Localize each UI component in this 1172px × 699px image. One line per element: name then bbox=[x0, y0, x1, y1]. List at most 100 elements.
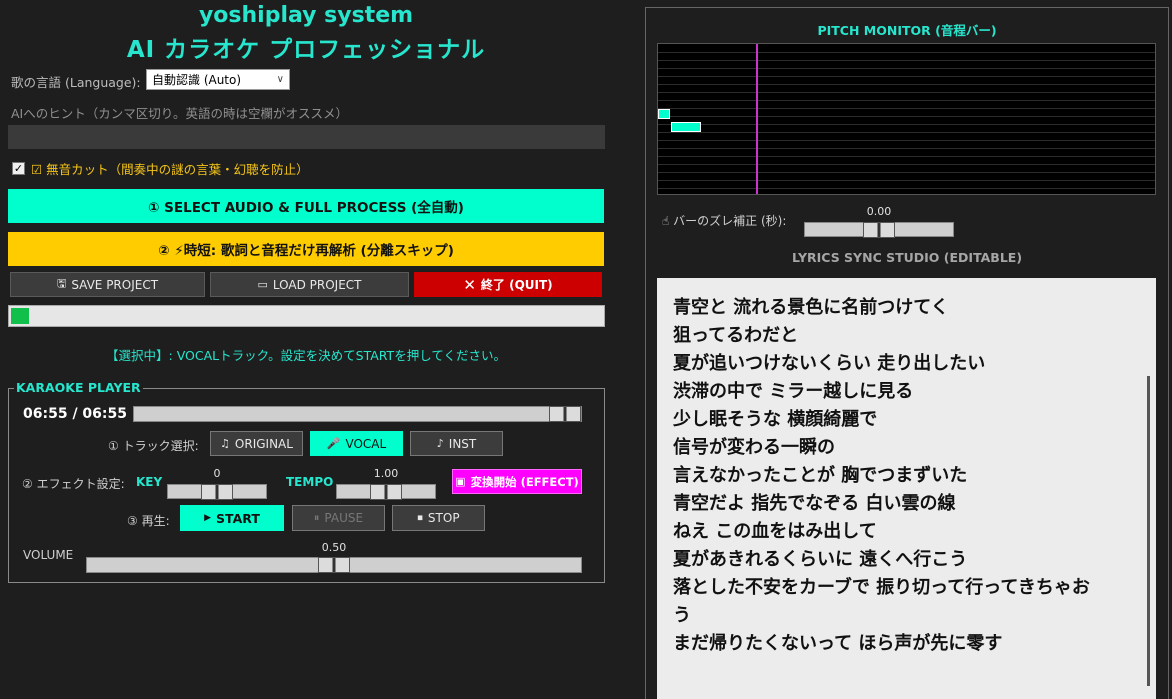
pitch-grid-line bbox=[658, 68, 1155, 69]
pitch-monitor-title: PITCH MONITOR (音程バー) bbox=[817, 23, 997, 38]
volume-slider-thumb[interactable] bbox=[318, 557, 350, 573]
convert-icon: ▣ bbox=[455, 475, 466, 488]
quit-button[interactable]: ✕ 終了 (QUIT) bbox=[414, 272, 602, 297]
track-select-label: ① トラック選択: bbox=[108, 439, 199, 453]
pitch-grid-line bbox=[658, 108, 1155, 109]
play-icon: ▶ bbox=[204, 513, 212, 523]
lyric-line[interactable]: ねえ この血をはみ出して bbox=[673, 518, 1140, 546]
progress-bar bbox=[8, 305, 605, 327]
effect-button[interactable]: ▣ 変換開始 (EFFECT) bbox=[452, 469, 582, 494]
pitch-grid-line bbox=[658, 124, 1155, 125]
save-project-button[interactable]: 🖫 SAVE PROJECT bbox=[10, 272, 205, 297]
offset-value: 0.00 bbox=[866, 205, 892, 218]
pause-button[interactable]: ⏸ PAUSE bbox=[292, 505, 385, 531]
start-label: START bbox=[216, 510, 260, 526]
pitch-monitor-canvas bbox=[657, 43, 1156, 195]
lyric-line[interactable]: 青空と 流れる景色に名前つけてく bbox=[673, 294, 1140, 322]
hand-icon: ☝ bbox=[662, 214, 670, 228]
lyric-line[interactable]: う bbox=[673, 602, 1140, 630]
stop-button[interactable]: ⏹ STOP bbox=[392, 505, 485, 531]
stop-label: STOP bbox=[427, 511, 460, 525]
lyrics-studio-title: LYRICS SYNC STUDIO (EDITABLE) bbox=[791, 250, 1023, 265]
chevron-down-icon: ∨ bbox=[276, 74, 284, 85]
load-project-button[interactable]: ▭ LOAD PROJECT bbox=[210, 272, 409, 297]
microphone-icon: 🎤 bbox=[326, 437, 341, 450]
track-inst-button[interactable]: ♪ INST bbox=[410, 431, 503, 456]
lyric-line[interactable]: 言えなかったことが 胸でつまずいた bbox=[673, 462, 1140, 490]
lyric-line[interactable]: 狙ってるわだと bbox=[673, 322, 1140, 350]
pause-icon: ⏸ bbox=[313, 511, 320, 524]
app-subtitle: AI カラオケ プロフェッショナル bbox=[126, 37, 486, 63]
key-slider-thumb[interactable] bbox=[201, 484, 233, 500]
start-button[interactable]: ▶ START bbox=[180, 505, 284, 531]
key-label: KEY bbox=[136, 475, 163, 489]
pitch-grid-line bbox=[658, 100, 1155, 101]
key-slider[interactable] bbox=[167, 484, 267, 500]
language-label: 歌の言語 (Language): bbox=[11, 75, 141, 90]
status-text: 【選択中】: VOCALトラック。設定を決めてSTARTを押してください。 bbox=[106, 348, 506, 363]
pitch-playhead bbox=[756, 44, 758, 194]
tempo-label: TEMPO bbox=[286, 475, 334, 489]
pitch-grid-line bbox=[658, 132, 1155, 133]
pitch-grid-line bbox=[658, 188, 1155, 189]
silence-cut-checkbox[interactable]: ✓ bbox=[12, 162, 25, 175]
effect-settings-label: ② エフェクト設定: bbox=[22, 477, 125, 491]
volume-slider[interactable] bbox=[86, 557, 582, 573]
offset-slider[interactable] bbox=[804, 222, 954, 238]
offset-label: バーのズレ補正 (秒): bbox=[673, 214, 787, 228]
pitch-grid-line bbox=[658, 156, 1155, 157]
lyric-line[interactable]: 夏が追いつけないくらい 走り出したい bbox=[673, 350, 1140, 378]
pitch-grid-line bbox=[658, 140, 1155, 141]
lyric-line[interactable]: 夏があきれるくらいに 遠くへ行こう bbox=[673, 546, 1140, 574]
tempo-slider-thumb[interactable] bbox=[370, 484, 402, 500]
load-project-label: LOAD PROJECT bbox=[272, 277, 362, 292]
lyric-line[interactable]: 少し眠そうな 横顔綺麗で bbox=[673, 406, 1140, 434]
track-vocal-label: VOCAL bbox=[345, 436, 387, 451]
pitch-grid-line bbox=[658, 92, 1155, 93]
seek-slider[interactable] bbox=[133, 406, 582, 422]
close-icon: ✕ bbox=[463, 275, 476, 294]
lyric-line[interactable]: まだ帰りたくないって ほら声が先に零す bbox=[673, 630, 1140, 658]
lyric-line[interactable]: 渋滞の中で ミラー越しに見る bbox=[673, 378, 1140, 406]
pitch-grid-line bbox=[658, 76, 1155, 77]
pitch-note-bar bbox=[658, 109, 670, 119]
offset-slider-thumb[interactable] bbox=[863, 222, 895, 238]
pitch-grid-line bbox=[658, 148, 1155, 149]
silence-cut-label: ☑ 無音カット（間奏中の謎の言葉・幻聴を防止） bbox=[31, 162, 309, 177]
music-note-icon: ♫ bbox=[220, 437, 230, 450]
save-project-label: SAVE PROJECT bbox=[71, 277, 159, 292]
hint-input[interactable] bbox=[8, 125, 605, 149]
pitch-grid-line bbox=[658, 52, 1155, 53]
hint-label: AIへのヒント（カンマ区切り。英語の時は空欄がオススメ） bbox=[11, 106, 348, 121]
pause-label: PAUSE bbox=[324, 511, 364, 525]
offset-row: ☝ バーのズレ補正 (秒): bbox=[662, 212, 786, 229]
playback-label: ③ 再生: bbox=[127, 514, 170, 528]
lyrics-scrollbar[interactable] bbox=[1147, 376, 1150, 686]
volume-label: VOLUME bbox=[23, 548, 74, 562]
language-select[interactable]: 自動認識 (Auto) ∨ bbox=[146, 69, 290, 90]
tempo-slider[interactable] bbox=[336, 484, 436, 500]
lyric-line[interactable]: 青空だよ 指先でなぞる 白い雲の線 bbox=[673, 490, 1140, 518]
reanalyze-button[interactable]: ② ⚡時短: 歌詞と音程だけ再解析 (分離スキップ) bbox=[8, 232, 604, 266]
lyric-line[interactable]: 落とした不安をカーブで 振り切って行ってきちゃお bbox=[673, 574, 1140, 602]
track-vocal-button[interactable]: 🎤 VOCAL bbox=[310, 431, 403, 456]
tempo-value: 1.00 bbox=[373, 467, 399, 480]
silence-cut-row[interactable]: ✓ ☑ 無音カット（間奏中の謎の言葉・幻聴を防止） bbox=[12, 159, 309, 178]
stop-icon: ⏹ bbox=[417, 511, 423, 524]
key-value: 0 bbox=[213, 467, 221, 480]
karaoke-player-header: KARAOKE PLAYER bbox=[14, 380, 143, 395]
pitch-grid-line bbox=[658, 60, 1155, 61]
quit-label: 終了 (QUIT) bbox=[480, 278, 553, 292]
pitch-note-bar bbox=[671, 122, 701, 132]
pitch-grid-line bbox=[658, 172, 1155, 173]
pitch-grid-line bbox=[658, 84, 1155, 85]
pitch-grid-line bbox=[658, 180, 1155, 181]
language-select-value: 自動認識 (Auto) bbox=[152, 73, 242, 87]
save-icon: 🖫 bbox=[56, 277, 67, 290]
track-original-button[interactable]: ♫ ORIGINAL bbox=[210, 431, 303, 456]
lyrics-editor[interactable]: 青空と 流れる景色に名前つけてく 狙ってるわだと 夏が追いつけないくらい 走り出した… bbox=[657, 278, 1156, 699]
seek-slider-thumb[interactable] bbox=[549, 406, 581, 422]
lyric-line[interactable]: 信号が変わる一瞬の bbox=[673, 434, 1140, 462]
app-title: yoshiplay system bbox=[198, 3, 414, 28]
full-process-button[interactable]: ① SELECT AUDIO & FULL PROCESS (全自動) bbox=[8, 189, 604, 223]
